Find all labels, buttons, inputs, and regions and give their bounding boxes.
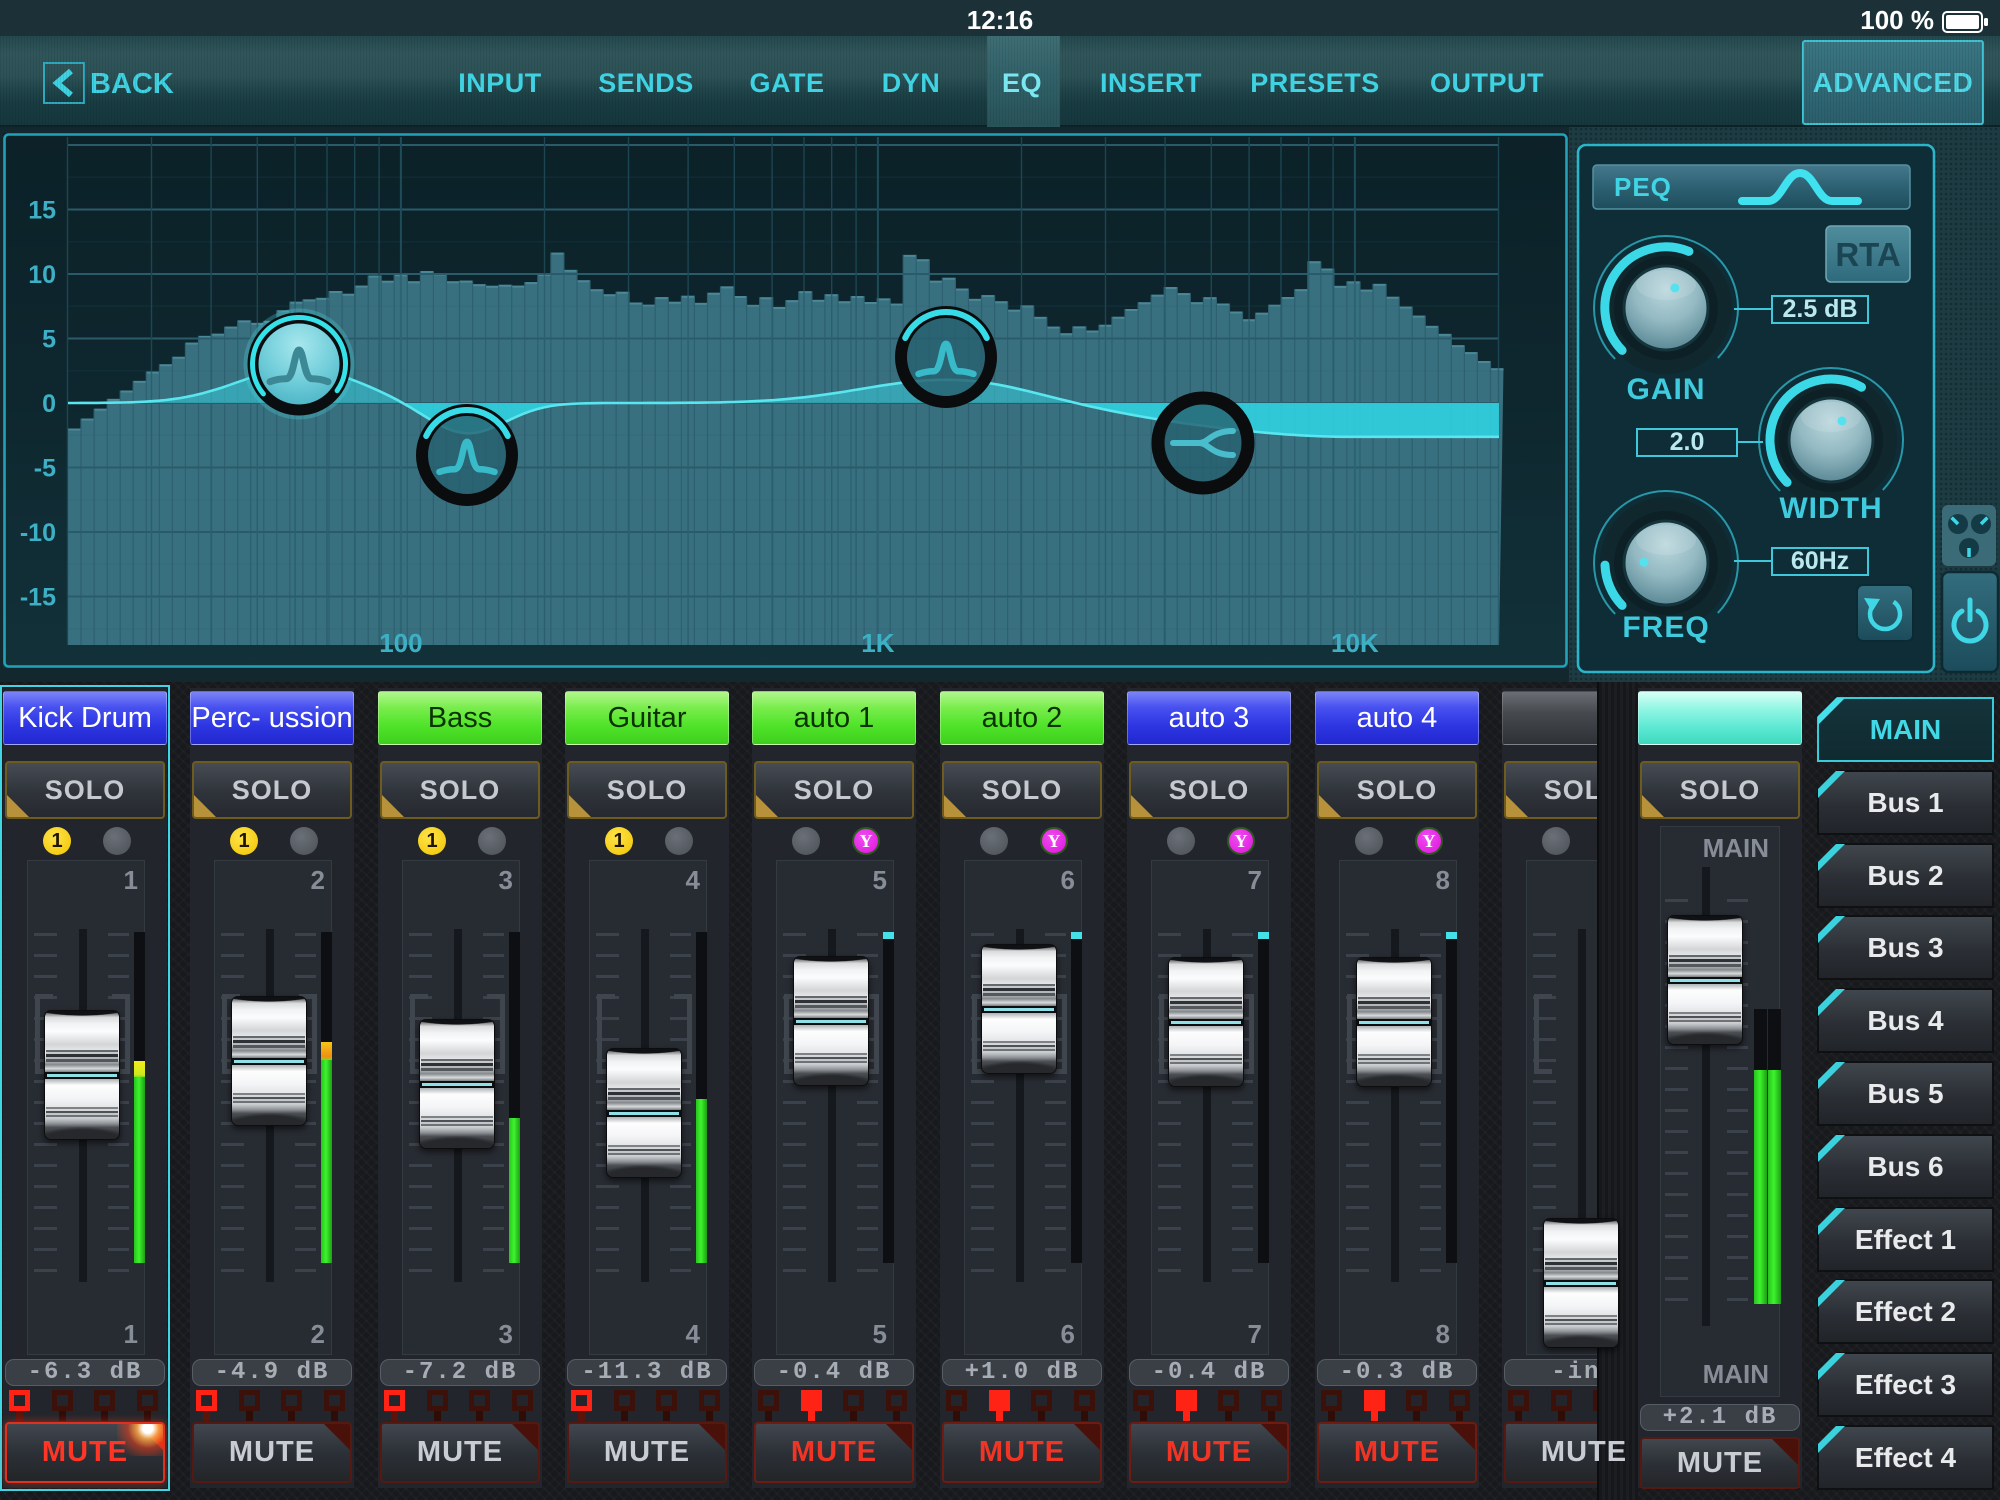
svg-text:-10: -10	[20, 519, 56, 547]
svg-text:60Hz: 60Hz	[1791, 547, 1849, 575]
svg-text:15: 15	[28, 197, 56, 225]
svg-text:RTA: RTA	[1835, 236, 1900, 273]
svg-text:10K: 10K	[1331, 628, 1379, 658]
svg-text:-5: -5	[34, 455, 56, 483]
svg-text:100: 100	[379, 628, 422, 658]
svg-text:FREQ: FREQ	[1622, 611, 1709, 644]
svg-text:2.5 dB: 2.5 dB	[1782, 295, 1857, 323]
svg-text:1K: 1K	[861, 628, 894, 658]
svg-text:0: 0	[42, 390, 56, 418]
svg-text:PEQ: PEQ	[1614, 172, 1672, 202]
svg-text:5: 5	[42, 326, 56, 354]
svg-text:WIDTH: WIDTH	[1779, 492, 1882, 525]
svg-text:-15: -15	[20, 584, 56, 612]
svg-text:10: 10	[28, 261, 56, 289]
svg-text:2.0: 2.0	[1670, 428, 1705, 456]
svg-text:GAIN: GAIN	[1627, 373, 1706, 406]
